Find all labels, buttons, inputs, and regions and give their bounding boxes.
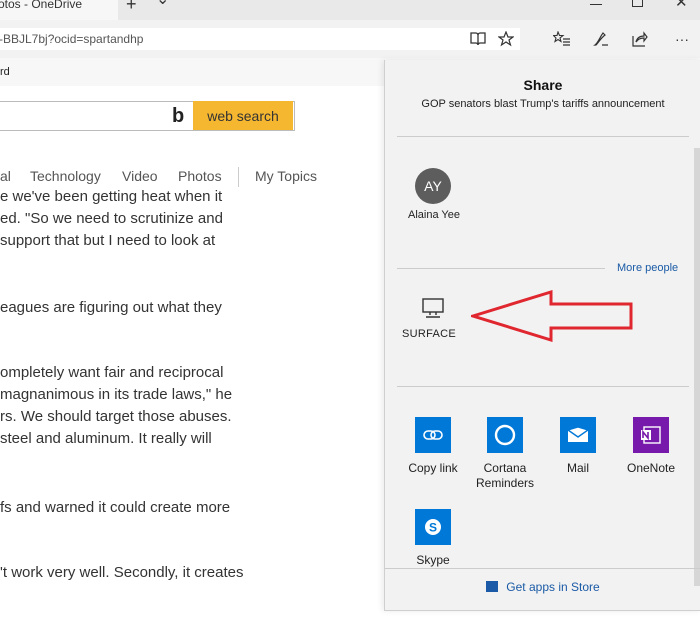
new-tab-button[interactable]: + [126, 0, 137, 17]
scrollbar[interactable] [694, 148, 700, 586]
reading-view-icon[interactable] [467, 28, 489, 50]
divider [397, 386, 689, 387]
article-line: rs. We should target those abuses. [0, 408, 232, 425]
article-line: eagues are figuring out what they [0, 299, 222, 316]
app-cortana-reminders[interactable]: Cortana Reminders [469, 417, 541, 491]
nav-item-technology[interactable]: Technology [30, 168, 101, 184]
favorite-star-icon[interactable] [495, 28, 517, 50]
app-mail[interactable]: Mail [542, 417, 614, 476]
app-onenote[interactable]: OneNote [615, 417, 687, 476]
tab-title: otos - OneDrive [0, 0, 83, 11]
article-line: support that but I need to look at [0, 232, 216, 249]
app-copy-link[interactable]: Copy link [397, 417, 469, 476]
app-label: Copy link [408, 461, 458, 475]
more-people-link[interactable]: More people [617, 262, 678, 274]
svg-text:S: S [429, 521, 437, 535]
share-pane: Share GOP senators blast Trump's tariffs… [384, 60, 700, 611]
device-name[interactable]: SURFACE [402, 328, 456, 340]
address-bar: -BBJL7bj?ocid=spartandhp ··· [0, 20, 700, 58]
web-note-icon[interactable] [590, 28, 612, 50]
app-skype[interactable]: S Skype [397, 509, 469, 568]
browser-tab[interactable]: otos - OneDrive [0, 0, 118, 20]
nav-item-photos[interactable]: Photos [178, 168, 222, 184]
divider [397, 268, 605, 269]
contact-name[interactable]: Alaina Yee [405, 209, 463, 221]
close-icon[interactable]: ✕ [675, 0, 688, 16]
share-icon[interactable] [629, 28, 651, 50]
article-line: ompletely want fair and reciprocal [0, 364, 224, 381]
red-arrow-annotation [471, 290, 633, 342]
share-subtitle: GOP senators blast Trump's tariffs annou… [421, 98, 665, 110]
mail-icon [560, 417, 596, 453]
article-line: e we've been getting heat when it [0, 188, 223, 205]
article-line: ed. "So we need to scrutinize and [0, 210, 223, 227]
article-body: e we've been getting heat when it ed. "S… [0, 188, 384, 620]
nav-item-al[interactable]: al [0, 168, 11, 184]
app-label: Skype [416, 553, 450, 567]
app-label: OneNote [626, 461, 676, 475]
title-bar: otos - OneDrive + ⌄ ✕ [0, 0, 700, 20]
web-search-button[interactable]: web search [193, 101, 293, 130]
app-label: Cortana Reminders [475, 461, 535, 490]
avatar[interactable]: AY [415, 168, 451, 204]
nav-item-video[interactable]: Video [122, 168, 158, 184]
cortana-icon [487, 417, 523, 453]
share-title: Share [523, 77, 563, 93]
article-line: 't work very well. Secondly, it creates [0, 564, 244, 581]
divider [385, 568, 700, 569]
store-bag-icon [486, 581, 499, 592]
nav-divider [238, 167, 239, 187]
divider [397, 136, 689, 137]
maximize-icon[interactable] [632, 0, 643, 7]
tab-preview-button[interactable]: ⌄ [156, 0, 169, 13]
article-line: fs and warned it could create more [0, 499, 231, 516]
minimize-icon[interactable] [590, 4, 602, 5]
onenote-icon [633, 417, 669, 453]
computer-icon[interactable] [421, 298, 445, 320]
store-label: Get apps in Store [506, 580, 600, 594]
favorites-item[interactable]: rd [0, 66, 10, 78]
url-field[interactable]: -BBJL7bj?ocid=spartandhp [0, 28, 520, 50]
app-label: Mail [566, 461, 589, 475]
article-line: steel and aluminum. It really will [0, 430, 212, 447]
bing-logo-icon: b [172, 105, 185, 127]
get-apps-in-store-link[interactable]: Get apps in Store [385, 580, 700, 594]
article-line: magnanimous in its trade laws," he [0, 386, 233, 403]
nav-item-my-topics[interactable]: My Topics [255, 168, 317, 184]
favorites-hub-icon[interactable] [551, 28, 573, 50]
more-icon[interactable]: ··· [671, 28, 693, 50]
skype-icon: S [415, 509, 451, 545]
link-icon [415, 417, 451, 453]
url-text: -BBJL7bj?ocid=spartandhp [0, 32, 144, 46]
